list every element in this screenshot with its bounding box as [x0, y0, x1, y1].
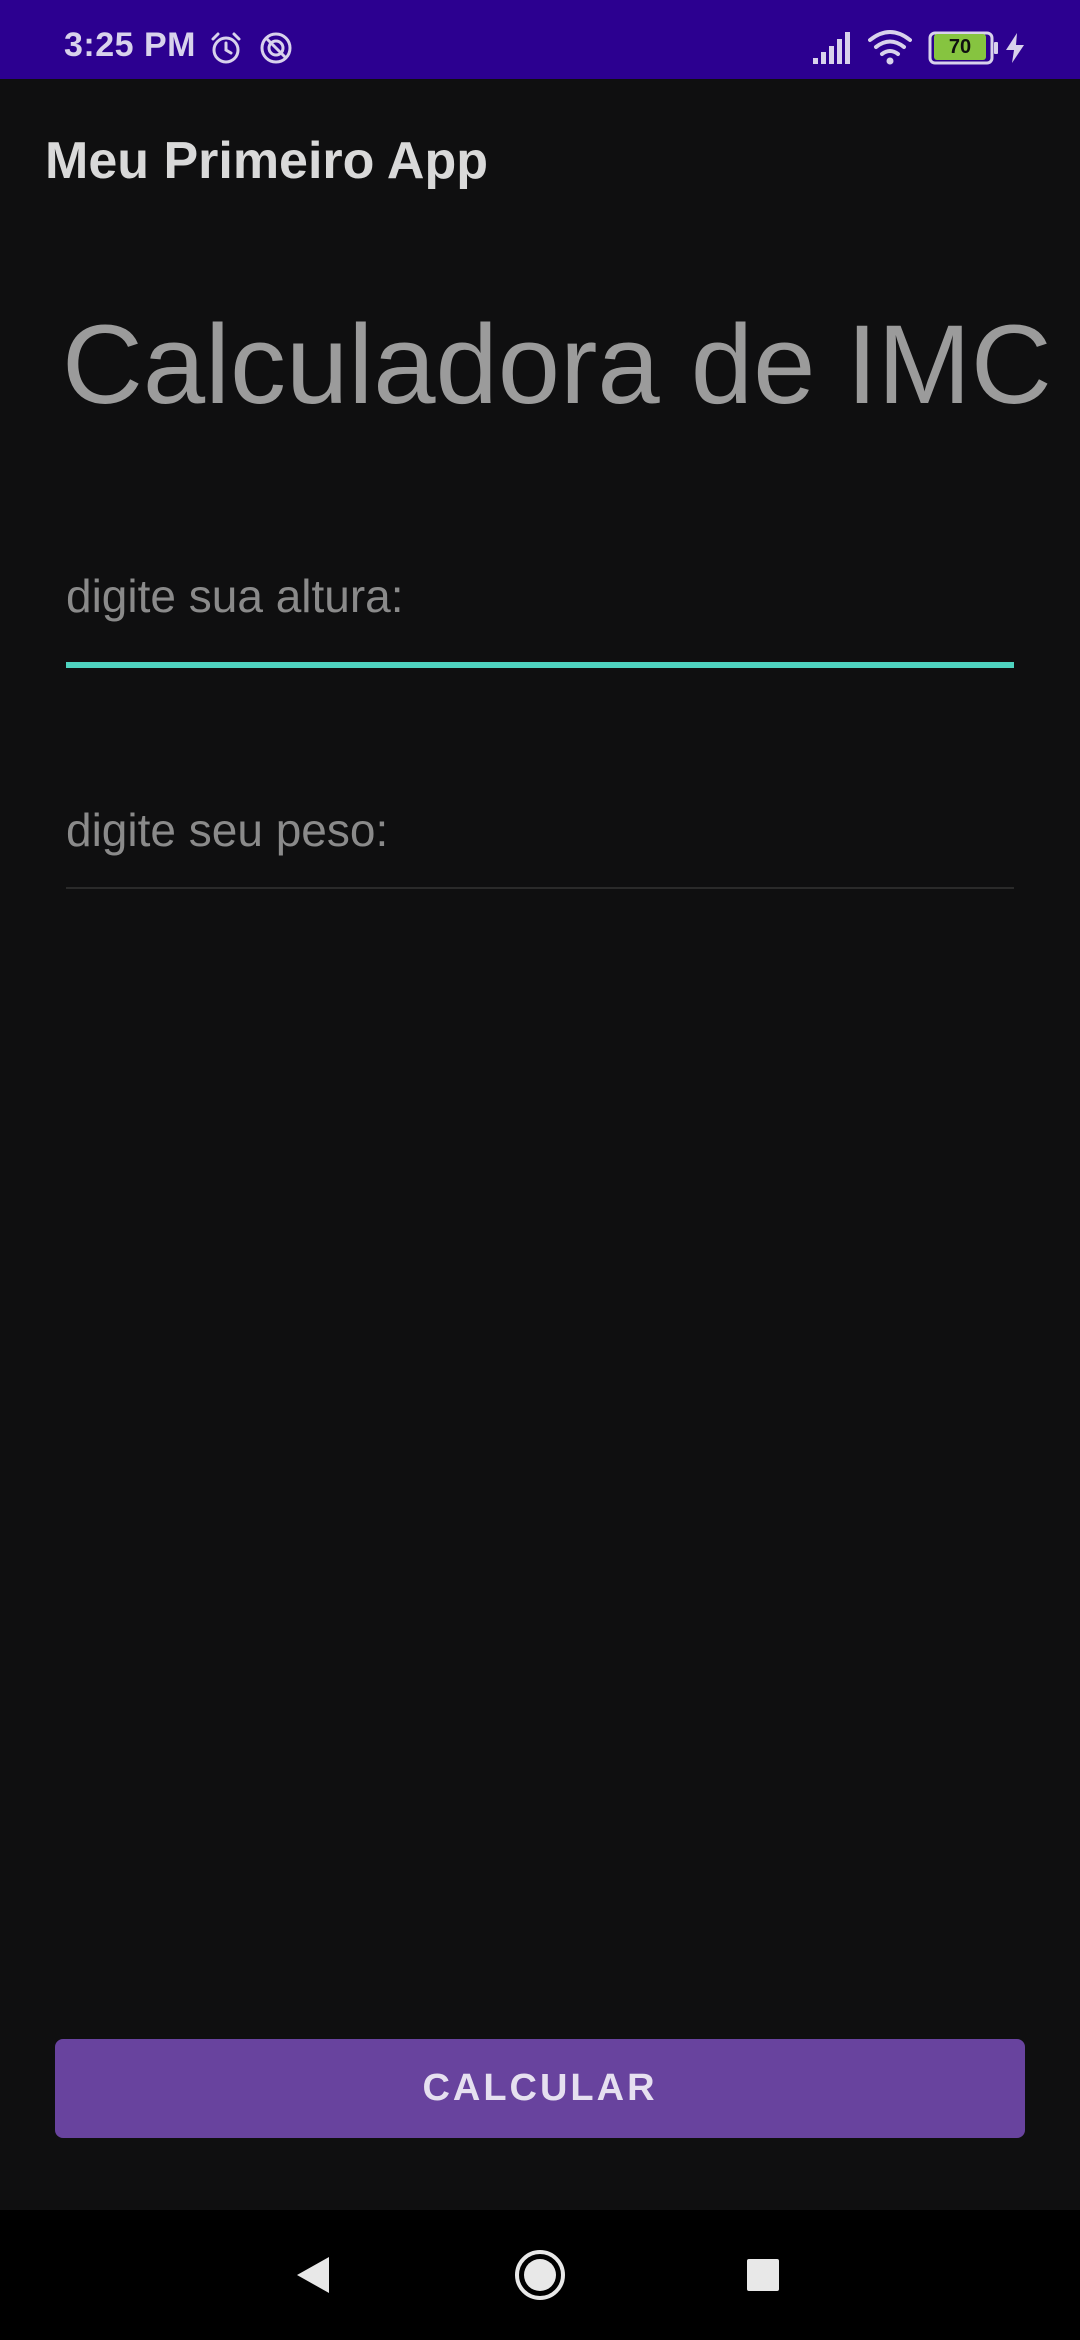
app-title: Meu Primeiro App: [45, 132, 489, 190]
weight-field-underline: [66, 887, 1014, 889]
app-bar: Meu Primeiro App: [0, 79, 1080, 239]
screen: 3:25 PM 70 Meu Primeiro App Calculadora …: [0, 0, 1080, 2340]
nav-bar: [0, 2210, 1080, 2340]
charging-bolt-icon: [1006, 33, 1024, 63]
status-time: 3:25 PM: [64, 26, 196, 64]
back-icon: [297, 2257, 329, 2293]
back-button[interactable]: [248, 2210, 378, 2340]
weight-field[interactable]: [66, 799, 1014, 894]
signal-icon: [813, 32, 850, 64]
alarm-icon: [211, 32, 241, 64]
height-input[interactable]: [66, 565, 1014, 627]
home-button[interactable]: [475, 2210, 605, 2340]
calculate-button[interactable]: CALCULAR: [55, 2039, 1025, 2138]
home-icon: [515, 2250, 565, 2300]
recents-button[interactable]: [698, 2210, 828, 2340]
dnd-icon: [260, 32, 292, 64]
wifi-icon: [868, 30, 912, 65]
weight-input[interactable]: [66, 799, 1014, 861]
status-bar: 3:25 PM 70: [0, 0, 1080, 79]
battery-level: 70: [934, 34, 986, 60]
height-field-underline: [66, 662, 1014, 668]
recents-icon: [747, 2259, 779, 2291]
height-field[interactable]: [66, 565, 1014, 670]
page-title: Calculadora de IMC: [62, 302, 1052, 427]
